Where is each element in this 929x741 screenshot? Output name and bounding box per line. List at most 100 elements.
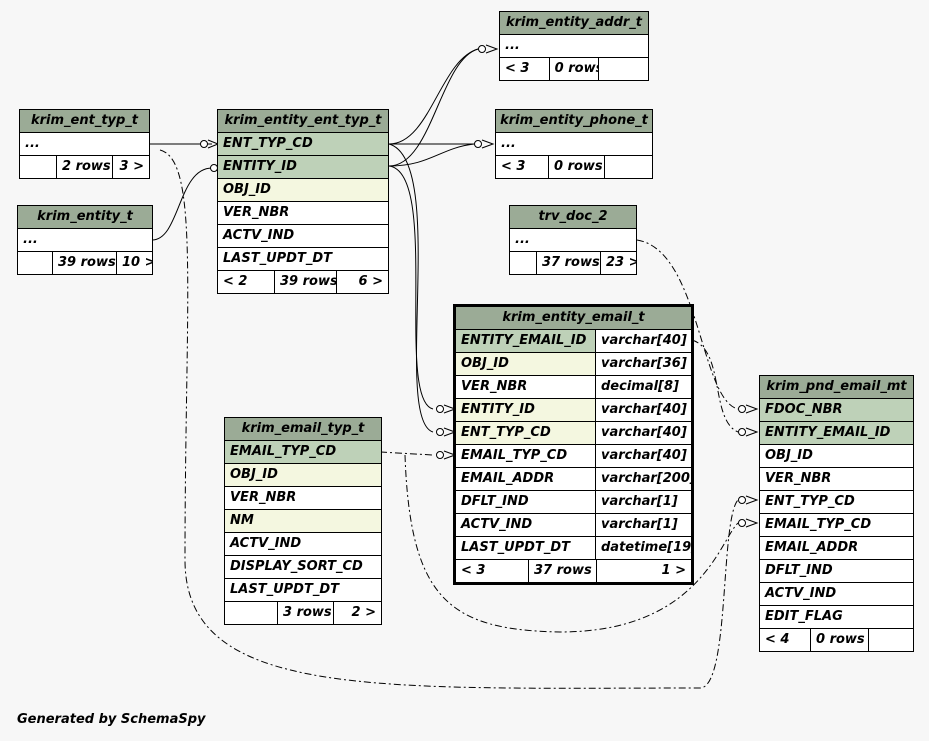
column-name: EMAIL_ADDR <box>461 471 555 486</box>
children-link[interactable]: 2 > <box>333 602 381 624</box>
column-row: ENTITY_ID <box>218 156 388 179</box>
column-row: ENTITY_EMAIL_ID <box>760 422 913 445</box>
table-krim-pnd-email-mt[interactable]: krim_pnd_email_mt FDOC_NBR ENTITY_EMAIL_… <box>759 375 914 652</box>
table-stats-row: < 4 0 rows <box>760 629 913 651</box>
crowfoot-tick <box>481 139 495 149</box>
parents-link[interactable]: < 3 <box>496 156 548 178</box>
column-type: decimal[8] <box>595 376 691 398</box>
table-krim-entity-email-t[interactable]: krim_entity_email_t ENTITY_EMAIL_ID varch… <box>453 304 694 585</box>
children-link[interactable]: 3 > <box>112 156 149 178</box>
column-row: LAST_UPDT_DT <box>225 579 381 602</box>
table-krim-entity-t[interactable]: krim_entity_t ... 39 rows 10 > <box>17 205 153 275</box>
children-link[interactable]: 23 > <box>600 252 636 274</box>
column-name: EMAIL_TYP_CD <box>765 517 872 532</box>
crowfoot-circle <box>436 428 444 436</box>
table-krim-entity-addr-t[interactable]: krim_entity_addr_t ... < 3 0 rows <box>499 11 649 81</box>
column-name: OBJ_ID <box>765 448 813 463</box>
children-link[interactable]: 10 > <box>116 252 152 274</box>
table-krim-email-typ-t[interactable]: krim_email_typ_t EMAIL_TYP_CD OBJ_ID VER… <box>224 417 382 625</box>
table-title[interactable]: trv_doc_2 <box>510 206 636 229</box>
row-count: 2 rows <box>56 156 112 178</box>
column-row: VER_NBR <box>218 202 388 225</box>
parents-link[interactable] <box>510 252 536 274</box>
children-link[interactable] <box>598 58 648 80</box>
column-row: LAST_UPDT_DT <box>218 248 388 271</box>
column-name: ACTV_IND <box>223 228 295 243</box>
rel-entity-ent-typ-to-email-ent-typ <box>388 143 434 433</box>
row-count: 0 rows <box>810 629 868 651</box>
column-name: NM <box>230 513 254 528</box>
table-trv-doc-2[interactable]: trv_doc_2 ... 37 rows 23 > <box>509 205 637 275</box>
table-stats-row: < 3 0 rows <box>496 156 652 178</box>
column-row: ENTITY_ID varchar[40] <box>456 399 691 422</box>
column-row: ACTV_IND <box>760 583 913 606</box>
parents-link[interactable]: < 4 <box>760 629 810 651</box>
table-title[interactable]: krim_ent_typ_t <box>20 110 149 133</box>
table-krim-entity-ent-typ-t[interactable]: krim_entity_ent_typ_t ENT_TYP_CD ENTITY_… <box>217 109 389 294</box>
column-row: VER_NBR decimal[8] <box>456 376 691 399</box>
rel-entity-to-entity-ent-typ-entity-id <box>151 167 213 241</box>
generated-by-footer: Generated by SchemaSpy <box>17 712 206 727</box>
column-name: ACTV_IND <box>765 586 837 601</box>
row-count: 39 rows <box>274 271 336 293</box>
parents-link[interactable] <box>225 602 277 624</box>
parents-link[interactable] <box>20 156 56 178</box>
row-count: 0 rows <box>548 58 598 80</box>
column-name: VER_NBR <box>765 471 832 486</box>
parents-link[interactable] <box>18 252 52 274</box>
column-row: NM <box>225 510 381 533</box>
table-title[interactable]: krim_entity_t <box>18 206 152 229</box>
crowfoot-tick <box>745 427 759 437</box>
column-name: OBJ_ID <box>223 182 271 197</box>
column-row: ACTV_IND <box>225 533 381 556</box>
column-name: ACTV_IND <box>461 517 533 532</box>
column-name: LAST_UPDT_DT <box>230 582 339 597</box>
children-link[interactable] <box>604 156 652 178</box>
column-row: ENT_TYP_CD <box>218 133 388 156</box>
column-name: VER_NBR <box>461 379 528 394</box>
column-name: ENTITY_ID <box>223 159 297 174</box>
column-row: EDIT_FLAG <box>760 606 913 629</box>
column-type: varchar[40] <box>595 399 691 421</box>
column-row: ENT_TYP_CD varchar[40] <box>456 422 691 445</box>
table-stats-row: 39 rows 10 > <box>18 252 152 274</box>
parents-link[interactable]: < 2 <box>218 271 274 293</box>
table-title[interactable]: krim_entity_ent_typ_t <box>218 110 388 133</box>
children-link[interactable]: 1 > <box>596 560 691 582</box>
table-stats-row: < 3 37 rows 1 > <box>456 560 691 582</box>
table-stats-row: 37 rows 23 > <box>510 252 636 274</box>
parents-link[interactable]: < 3 <box>500 58 549 80</box>
crowfoot-circle <box>200 140 208 148</box>
table-title[interactable]: krim_pnd_email_mt <box>760 376 913 399</box>
table-krim-ent-typ-t[interactable]: krim_ent_typ_t ... 2 rows 3 > <box>19 109 150 179</box>
table-stats-row: 3 rows 2 > <box>225 602 381 624</box>
table-title[interactable]: krim_entity_email_t <box>456 307 691 330</box>
column-name: VER_NBR <box>230 490 297 505</box>
column-name: DFLT_IND <box>461 494 529 509</box>
table-ellipsis: ... <box>515 232 530 247</box>
column-row: DISPLAY_SORT_CD <box>225 556 381 579</box>
column-type: varchar[200] <box>595 468 691 490</box>
table-title[interactable]: krim_entity_addr_t <box>500 12 648 35</box>
parents-link[interactable]: < 3 <box>456 560 528 582</box>
column-name: LAST_UPDT_DT <box>461 540 570 555</box>
rel-entity-ent-typ-to-phone-2 <box>388 143 475 167</box>
crowfoot-tick <box>485 44 499 54</box>
row-count: 0 rows <box>548 156 604 178</box>
crowfoot-circle <box>738 428 746 436</box>
column-name: EMAIL_TYP_CD <box>230 444 337 459</box>
table-krim-entity-phone-t[interactable]: krim_entity_phone_t ... < 3 0 rows <box>495 109 653 179</box>
column-row: DFLT_IND <box>760 560 913 583</box>
column-name: ENTITY_EMAIL_ID <box>765 425 891 440</box>
table-title[interactable]: krim_email_typ_t <box>225 418 381 441</box>
column-name: OBJ_ID <box>230 467 278 482</box>
column-name: ENT_TYP_CD <box>461 425 551 440</box>
column-row: EMAIL_TYP_CD <box>225 441 381 464</box>
column-row: VER_NBR <box>760 468 913 491</box>
table-title[interactable]: krim_entity_phone_t <box>496 110 652 133</box>
column-name: ENT_TYP_CD <box>765 494 855 509</box>
table-ellipsis: ... <box>505 38 520 53</box>
row-count: 3 rows <box>277 602 333 624</box>
children-link[interactable] <box>868 629 913 651</box>
children-link[interactable]: 6 > <box>336 271 388 293</box>
